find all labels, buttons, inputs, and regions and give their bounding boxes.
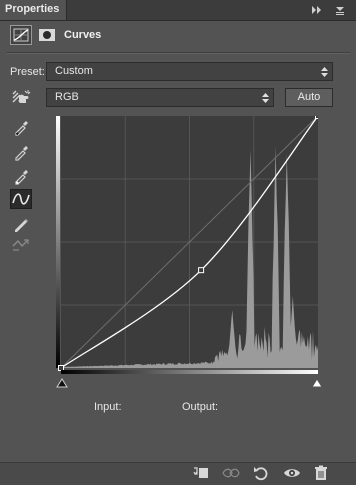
input-label: Input: xyxy=(94,401,122,413)
toggle-visibility-icon[interactable] xyxy=(283,465,301,481)
white-point-eyedropper-icon[interactable] xyxy=(10,166,32,186)
header-divider xyxy=(6,52,350,54)
properties-tab[interactable]: Properties xyxy=(0,0,67,20)
black-point-eyedropper-icon[interactable] xyxy=(10,117,32,137)
adjustment-title: Curves xyxy=(64,29,102,41)
delete-icon[interactable] xyxy=(312,465,330,481)
preset-select[interactable]: Custom xyxy=(46,62,333,81)
curves-graph[interactable] xyxy=(56,116,318,376)
footer-bar xyxy=(0,462,356,485)
panel-menu-icon[interactable] xyxy=(336,7,344,15)
gray-point-eyedropper-icon[interactable] xyxy=(10,142,32,162)
preset-value: Custom xyxy=(55,65,93,77)
reset-icon[interactable] xyxy=(252,465,270,481)
curves-adjustment-icon[interactable] xyxy=(10,25,32,45)
layer-mask-icon[interactable] xyxy=(37,25,57,45)
input-sliders xyxy=(56,378,323,388)
black-input-slider[interactable] xyxy=(56,378,68,388)
clip-to-layer-icon[interactable] xyxy=(192,465,210,481)
preset-label: Preset: xyxy=(10,66,45,78)
double-chevron-right-icon[interactable] xyxy=(312,6,321,14)
curve-control-point[interactable] xyxy=(315,116,319,119)
curve-control-point[interactable] xyxy=(198,267,205,274)
on-image-adjust-icon[interactable] xyxy=(10,88,32,108)
select-arrows-icon xyxy=(262,93,269,103)
smooth-curve-icon xyxy=(10,234,32,254)
view-previous-state-icon[interactable] xyxy=(222,465,240,481)
white-input-slider[interactable] xyxy=(311,378,323,388)
select-arrows-icon xyxy=(321,67,328,77)
pencil-draw-icon[interactable] xyxy=(10,214,32,234)
output-label: Output: xyxy=(182,401,219,413)
input-gradient-bar xyxy=(61,370,318,374)
output-gradient-bar xyxy=(56,116,60,368)
channel-value: RGB xyxy=(55,91,79,103)
curve-edit-points-icon[interactable] xyxy=(10,189,32,209)
curve-control-point[interactable] xyxy=(58,365,64,371)
panel-controls xyxy=(310,2,350,18)
channel-select[interactable]: RGB xyxy=(46,88,274,107)
auto-button[interactable]: Auto xyxy=(285,88,333,107)
properties-tab-label: Properties xyxy=(5,3,60,15)
